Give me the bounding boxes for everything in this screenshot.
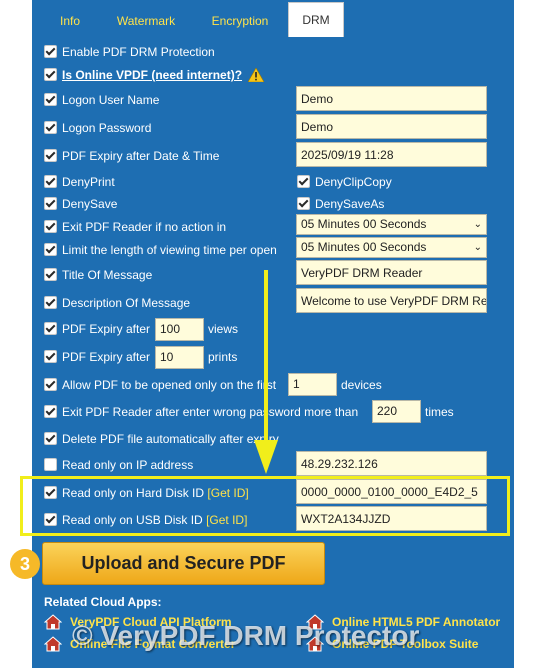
desc-msg-input[interactable]: Welcome to use VeryPDF DRM Re xyxy=(296,288,487,313)
limit-view-value: 05 Minutes 00 Seconds xyxy=(301,240,427,254)
allow-first-label: Allow PDF to be opened only on the first xyxy=(62,378,277,392)
delete-after-checkbox[interactable] xyxy=(44,432,57,445)
logon-user-input[interactable]: Demo xyxy=(296,86,487,111)
wrong-pw-input[interactable]: 220 xyxy=(372,400,421,423)
enable-drm-checkbox[interactable] xyxy=(44,45,57,58)
ip-input[interactable]: 48.29.232.126 xyxy=(296,451,487,476)
delete-after-row: Delete PDF file automatically after expi… xyxy=(44,431,279,447)
house-icon xyxy=(44,614,62,630)
devices-input[interactable]: 1 xyxy=(288,373,337,396)
expiry-date-input[interactable]: 2025/09/19 11:28 xyxy=(296,142,487,167)
expiry-date-label: PDF Expiry after Date & Time xyxy=(62,149,220,163)
title-msg-input[interactable]: VeryPDF DRM Reader xyxy=(296,260,487,285)
online-vpdf-label: Is Online VPDF (need internet)? xyxy=(62,68,243,82)
allow-first-row: Allow PDF to be opened only on the first xyxy=(44,377,276,393)
views-unit: views xyxy=(208,322,239,336)
deny-save-label: DenySave xyxy=(62,197,118,211)
highlight-box xyxy=(20,476,510,536)
deny-clip-checkbox[interactable] xyxy=(297,175,310,188)
tab-watermark[interactable]: Watermark xyxy=(104,6,188,36)
tab-encryption[interactable]: Encryption xyxy=(198,6,282,36)
upload-secure-button[interactable]: Upload and Secure PDF xyxy=(42,542,325,585)
title-msg-row: Title Of Message xyxy=(44,267,152,283)
ip-only-row: Read only on IP address xyxy=(44,457,193,473)
deny-save-row: DenySave xyxy=(44,196,117,212)
enable-drm-row: Enable PDF DRM Protection xyxy=(44,44,215,60)
desc-msg-checkbox[interactable] xyxy=(44,296,57,309)
app-frame: Info Watermark Encryption DRM Enable PDF… xyxy=(0,0,548,668)
expiry-date-checkbox[interactable] xyxy=(44,149,57,162)
tab-info[interactable]: Info xyxy=(42,6,98,36)
logon-password-input[interactable]: Demo xyxy=(296,114,487,139)
chevron-down-icon: ⌄ xyxy=(473,242,482,253)
logon-password-row: Logon Password xyxy=(44,120,151,136)
house-icon xyxy=(44,636,62,652)
logon-user-label: Logon User Name xyxy=(62,93,160,107)
times-unit: times xyxy=(425,405,454,419)
desc-msg-label: Description Of Message xyxy=(62,296,191,310)
tab-drm[interactable]: DRM xyxy=(288,2,344,37)
logon-user-row: Logon User Name xyxy=(44,92,159,108)
exit-wrong-pw-checkbox[interactable] xyxy=(44,405,57,418)
expiry-views-checkbox[interactable] xyxy=(44,322,57,335)
title-msg-checkbox[interactable] xyxy=(44,268,57,281)
ip-only-label: Read only on IP address xyxy=(62,458,194,472)
logon-password-label: Logon Password xyxy=(62,121,152,135)
expiry-views-row: PDF Expiry after xyxy=(44,321,150,337)
deny-saveas-row: DenySaveAs xyxy=(297,196,384,212)
deny-print-checkbox[interactable] xyxy=(44,175,57,188)
prints-unit: prints xyxy=(208,350,238,364)
exit-no-action-select[interactable]: 05 Minutes 00 Seconds ⌄ xyxy=(296,214,487,235)
expiry-prints-row: PDF Expiry after xyxy=(44,349,150,365)
limit-view-select[interactable]: 05 Minutes 00 Seconds ⌄ xyxy=(296,237,487,258)
exit-no-action-label: Exit PDF Reader if no action in xyxy=(62,220,227,234)
expiry-views-label: PDF Expiry after xyxy=(62,322,151,336)
exit-no-action-value: 05 Minutes 00 Seconds xyxy=(301,217,427,231)
allow-first-checkbox[interactable] xyxy=(44,378,57,391)
desc-msg-row: Description Of Message xyxy=(44,295,190,311)
devices-unit: devices xyxy=(341,378,382,392)
exit-no-action-checkbox[interactable] xyxy=(44,220,57,233)
ip-only-checkbox[interactable] xyxy=(44,458,57,471)
related-apps-heading: Related Cloud Apps: xyxy=(44,595,162,609)
limit-view-label: Limit the length of viewing time per ope… xyxy=(62,243,277,257)
logon-user-checkbox[interactable] xyxy=(44,93,57,106)
exit-wrong-pw-label: Exit PDF Reader after enter wrong passwo… xyxy=(62,405,359,419)
step-number-badge: 3 xyxy=(10,549,40,579)
deny-saveas-checkbox[interactable] xyxy=(297,197,310,210)
prints-input[interactable]: 10 xyxy=(155,346,204,369)
watermark-text: © VeryPDF DRM Protector xyxy=(72,620,420,651)
deny-saveas-label: DenySaveAs xyxy=(315,197,385,211)
limit-view-row: Limit the length of viewing time per ope… xyxy=(44,242,277,258)
deny-clip-row: DenyClipCopy xyxy=(297,174,392,190)
title-msg-label: Title Of Message xyxy=(62,268,153,282)
chevron-down-icon: ⌄ xyxy=(473,219,482,230)
warning-icon xyxy=(248,68,265,82)
online-vpdf-row: Is Online VPDF (need internet)? xyxy=(44,67,265,83)
exit-wrong-pw-row: Exit PDF Reader after enter wrong passwo… xyxy=(44,404,358,420)
exit-no-action-row: Exit PDF Reader if no action in xyxy=(44,219,226,235)
expiry-prints-checkbox[interactable] xyxy=(44,350,57,363)
enable-drm-label: Enable PDF DRM Protection xyxy=(62,45,215,59)
logon-password-checkbox[interactable] xyxy=(44,121,57,134)
limit-view-checkbox[interactable] xyxy=(44,243,57,256)
delete-after-label: Delete PDF file automatically after expi… xyxy=(62,432,279,446)
views-input[interactable]: 100 xyxy=(155,318,204,341)
deny-print-label: DenyPrint xyxy=(62,175,115,189)
deny-save-checkbox[interactable] xyxy=(44,197,57,210)
expiry-prints-label: PDF Expiry after xyxy=(62,350,151,364)
online-vpdf-checkbox[interactable] xyxy=(44,68,57,81)
deny-clip-label: DenyClipCopy xyxy=(315,175,392,189)
deny-print-row: DenyPrint xyxy=(44,174,115,190)
expiry-date-row: PDF Expiry after Date & Time xyxy=(44,148,219,164)
